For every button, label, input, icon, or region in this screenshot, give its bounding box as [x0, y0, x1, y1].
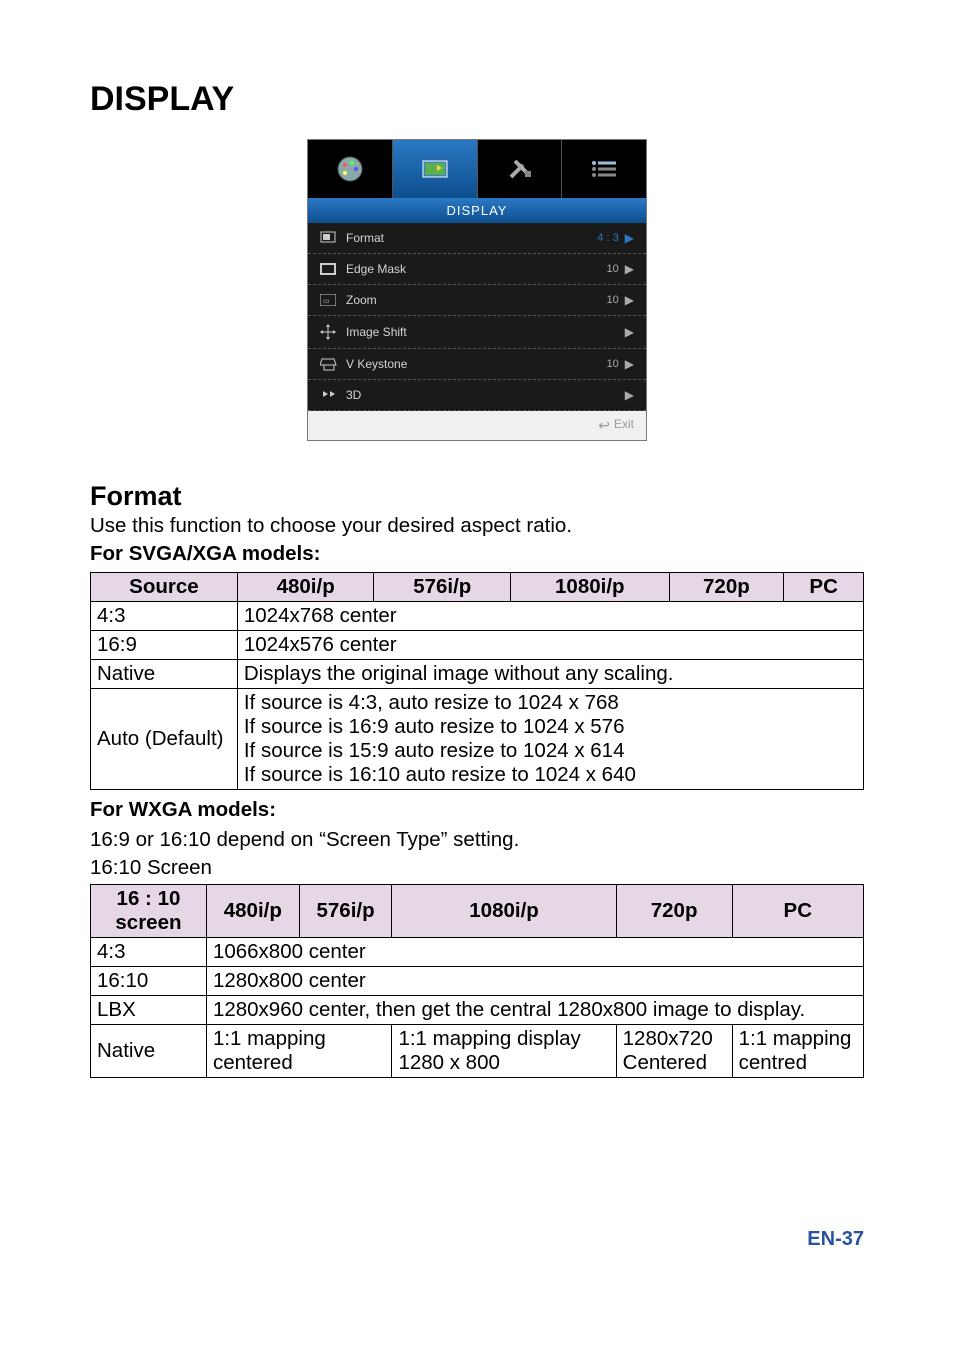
return-icon: ↩	[598, 417, 610, 434]
table-row: Auto (Default) If source is 4:3, auto re…	[91, 689, 864, 790]
table-row: Native 1:1 mapping centered 1:1 mapping …	[91, 1025, 864, 1078]
display-icon	[415, 153, 455, 185]
page-number: EN-37	[90, 1228, 864, 1251]
td: Native	[91, 1025, 207, 1078]
td: 4:3	[91, 602, 238, 631]
osd-row-edge-mask[interactable]: Edge Mask 10 ▶	[308, 254, 646, 285]
osd-value: 10	[607, 294, 625, 306]
td: LBX	[91, 996, 207, 1025]
td: 1024x576 center	[237, 631, 863, 660]
td: 1280x720 Centered	[616, 1025, 732, 1078]
td: Auto (Default)	[91, 689, 238, 790]
td: 16:10	[91, 967, 207, 996]
th-480ip: 480i/p	[237, 573, 374, 602]
osd-tab-setup[interactable]	[478, 140, 563, 198]
th-1080ip: 1080i/p	[392, 885, 616, 938]
osd-label: Image Shift	[342, 325, 625, 339]
th-1610: 16 : 10 screen	[91, 885, 207, 938]
osd-title: DISPLAY	[308, 198, 646, 223]
chevron-right-icon: ▶	[625, 293, 634, 307]
td: 1024x768 center	[237, 602, 863, 631]
table-row: LBX 1280x960 center, then get the centra…	[91, 996, 864, 1025]
th-720p: 720p	[669, 573, 784, 602]
tools-icon	[499, 153, 539, 185]
format-icon	[320, 231, 342, 245]
wxga-table: 16 : 10 screen 480i/p 576i/p 1080i/p 720…	[90, 884, 864, 1078]
th-576ip: 576i/p	[374, 573, 511, 602]
osd-value: 4 : 3	[597, 232, 624, 244]
td: 1280x800 center	[206, 967, 863, 996]
osd-exit-label[interactable]: Exit	[614, 417, 634, 434]
table-row: 4:3 1066x800 center	[91, 938, 864, 967]
osd-label: 3D	[342, 388, 625, 402]
td: 16:9	[91, 631, 238, 660]
image-shift-icon	[320, 324, 342, 340]
page-heading: DISPLAY	[90, 80, 864, 119]
wxga-sub2: 16:10 Screen	[90, 856, 864, 880]
format-description: Use this function to choose your desired…	[90, 514, 864, 538]
th-pc: PC	[784, 573, 864, 602]
td: 1:1 mapping centred	[732, 1025, 863, 1078]
table-header-row: 16 : 10 screen 480i/p 576i/p 1080i/p 720…	[91, 885, 864, 938]
th-480ip: 480i/p	[206, 885, 299, 938]
td-multiline: If source is 4:3, auto resize to 1024 x …	[237, 689, 863, 790]
table-row: 16:10 1280x800 center	[91, 967, 864, 996]
osd-footer: ↩ Exit	[308, 411, 646, 440]
osd-label: Zoom	[342, 293, 607, 307]
palette-icon	[330, 153, 370, 185]
td: Displays the original image without any …	[237, 660, 863, 689]
osd-tab-image[interactable]	[308, 140, 393, 198]
table-row: Native Displays the original image witho…	[91, 660, 864, 689]
sliders-icon	[584, 153, 624, 185]
osd-value: 10	[607, 358, 625, 370]
osd-tab-options[interactable]	[562, 140, 646, 198]
auto-line: If source is 4:3, auto resize to 1024 x …	[244, 691, 857, 715]
td: 4:3	[91, 938, 207, 967]
chevron-right-icon: ▶	[625, 262, 634, 276]
svga-table: Source 480i/p 576i/p 1080i/p 720p PC 4:3…	[90, 572, 864, 790]
three-d-icon	[320, 389, 342, 401]
table-row: 4:3 1024x768 center	[91, 602, 864, 631]
th-1080ip: 1080i/p	[511, 573, 670, 602]
chevron-right-icon: ▶	[625, 357, 634, 371]
osd-menu: DISPLAY Format 4 : 3 ▶ Edge Mask 10 ▶ ▭ …	[307, 139, 647, 441]
format-heading: Format	[90, 481, 864, 512]
svga-label: For SVGA/XGA models:	[90, 542, 864, 566]
auto-line: If source is 16:10 auto resize to 1024 x…	[244, 763, 857, 787]
table-row: 16:9 1024x576 center	[91, 631, 864, 660]
osd-tab-display[interactable]	[393, 140, 478, 198]
osd-row-image-shift[interactable]: Image Shift ▶	[308, 316, 646, 349]
osd-label: V Keystone	[342, 357, 607, 371]
svg-text:▭: ▭	[323, 298, 330, 305]
th-source: Source	[91, 573, 238, 602]
osd-row-v-keystone[interactable]: V Keystone 10 ▶	[308, 349, 646, 380]
th-576ip: 576i/p	[299, 885, 392, 938]
td: 1:1 mapping centered	[206, 1025, 392, 1078]
wxga-label: For WXGA models:	[90, 798, 864, 822]
th-720p: 720p	[616, 885, 732, 938]
osd-value: 10	[607, 263, 625, 275]
chevron-right-icon: ▶	[625, 231, 634, 245]
auto-line: If source is 15:9 auto resize to 1024 x …	[244, 739, 857, 763]
wxga-sub1: 16:9 or 16:10 depend on “Screen Type” se…	[90, 828, 864, 852]
chevron-right-icon: ▶	[625, 388, 634, 402]
keystone-icon	[320, 357, 342, 371]
osd-row-zoom[interactable]: ▭ Zoom 10 ▶	[308, 285, 646, 316]
th-pc: PC	[732, 885, 863, 938]
td: Native	[91, 660, 238, 689]
osd-label: Edge Mask	[342, 262, 607, 276]
td: 1280x960 center, then get the central 12…	[206, 996, 863, 1025]
osd-row-3d[interactable]: 3D ▶	[308, 380, 646, 411]
osd-label: Format	[342, 231, 597, 245]
edge-mask-icon	[320, 263, 342, 275]
zoom-icon: ▭	[320, 294, 342, 306]
auto-line: If source is 16:9 auto resize to 1024 x …	[244, 715, 857, 739]
td: 1066x800 center	[206, 938, 863, 967]
td: 1:1 mapping display 1280 x 800	[392, 1025, 616, 1078]
table-header-row: Source 480i/p 576i/p 1080i/p 720p PC	[91, 573, 864, 602]
osd-row-format[interactable]: Format 4 : 3 ▶	[308, 223, 646, 254]
chevron-right-icon: ▶	[625, 325, 634, 339]
osd-tab-bar	[308, 140, 646, 198]
